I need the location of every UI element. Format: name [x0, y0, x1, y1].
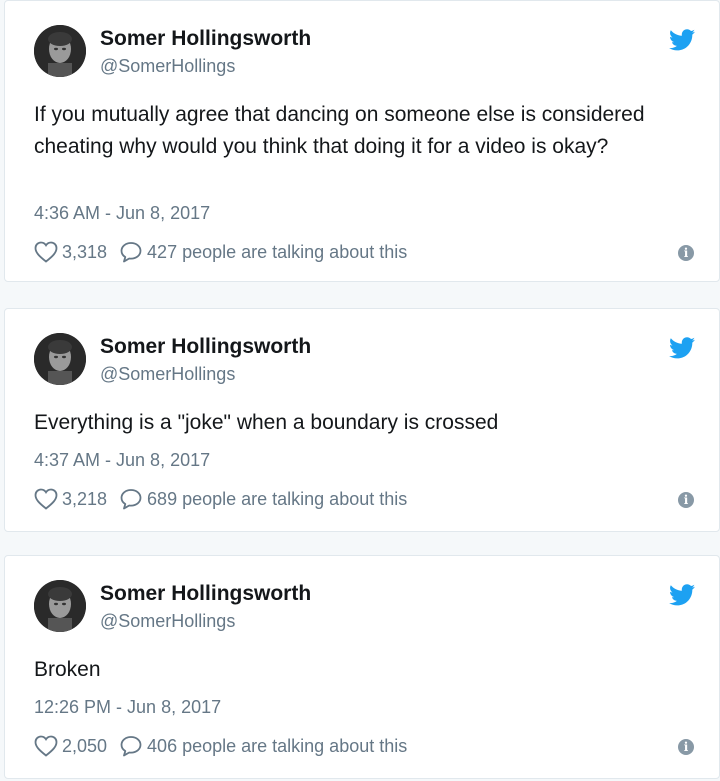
tweet-text: If you mutually agree that dancing on so…	[34, 103, 645, 158]
heart-icon	[34, 735, 58, 757]
twitter-bird-icon[interactable]	[669, 584, 695, 606]
tweet-card[interactable]: Somer Hollingsworth @SomerHollings Every…	[4, 308, 720, 532]
author-handle[interactable]: @SomerHollings	[100, 56, 235, 77]
like-button[interactable]: 3,318	[34, 241, 107, 263]
talking-count: 427 people are talking about this	[147, 241, 408, 262]
talking-count: 689 people are talking about this	[147, 488, 408, 509]
like-count: 3,218	[62, 488, 108, 509]
tweet-timestamp[interactable]: 12:26 PM - Jun 8, 2017	[34, 697, 221, 718]
info-icon[interactable]: i	[678, 739, 694, 755]
like-button[interactable]: 2,050	[34, 735, 107, 757]
tweet-actions: 2,050 406 people are talking about this	[34, 735, 407, 757]
speech-bubble-icon	[120, 736, 142, 757]
tweet-timestamp[interactable]: 4:36 AM - Jun 8, 2017	[34, 203, 210, 224]
avatar[interactable]	[34, 25, 86, 77]
reply-button[interactable]: 406 people are talking about this	[119, 735, 407, 757]
like-button[interactable]: 3,218	[34, 488, 107, 510]
heart-icon	[34, 241, 58, 263]
tweet-text: Everything is a "joke" when a boundary i…	[34, 411, 499, 434]
tweet-card[interactable]: Somer Hollingsworth @SomerHollings Broke…	[4, 555, 720, 779]
tweet-actions: 3,318 427 people are talking about this	[34, 241, 407, 263]
twitter-bird-icon[interactable]	[669, 337, 695, 359]
reply-button[interactable]: 689 people are talking about this	[119, 488, 407, 510]
like-count: 2,050	[62, 735, 108, 756]
avatar[interactable]	[34, 580, 86, 632]
tweet-timestamp[interactable]: 4:37 AM - Jun 8, 2017	[34, 450, 210, 471]
author-handle[interactable]: @SomerHollings	[100, 364, 235, 385]
twitter-bird-icon[interactable]	[669, 29, 695, 51]
tweet-actions: 3,218 689 people are talking about this	[34, 488, 407, 510]
reply-button[interactable]: 427 people are talking about this	[119, 241, 407, 263]
author-handle[interactable]: @SomerHollings	[100, 611, 235, 632]
tweet-card[interactable]: Somer Hollingsworth @SomerHollings If yo…	[4, 0, 720, 282]
talking-count: 406 people are talking about this	[147, 735, 408, 756]
avatar[interactable]	[34, 333, 86, 385]
like-count: 3,318	[62, 241, 108, 262]
info-icon[interactable]: i	[678, 245, 694, 261]
author-name[interactable]: Somer Hollingsworth	[100, 335, 311, 359]
speech-bubble-icon	[120, 489, 142, 510]
author-name[interactable]: Somer Hollingsworth	[100, 582, 311, 606]
info-icon[interactable]: i	[678, 492, 694, 508]
tweet-text: Broken	[34, 658, 101, 681]
heart-icon	[34, 488, 58, 510]
author-name[interactable]: Somer Hollingsworth	[100, 27, 311, 51]
speech-bubble-icon	[120, 242, 142, 263]
